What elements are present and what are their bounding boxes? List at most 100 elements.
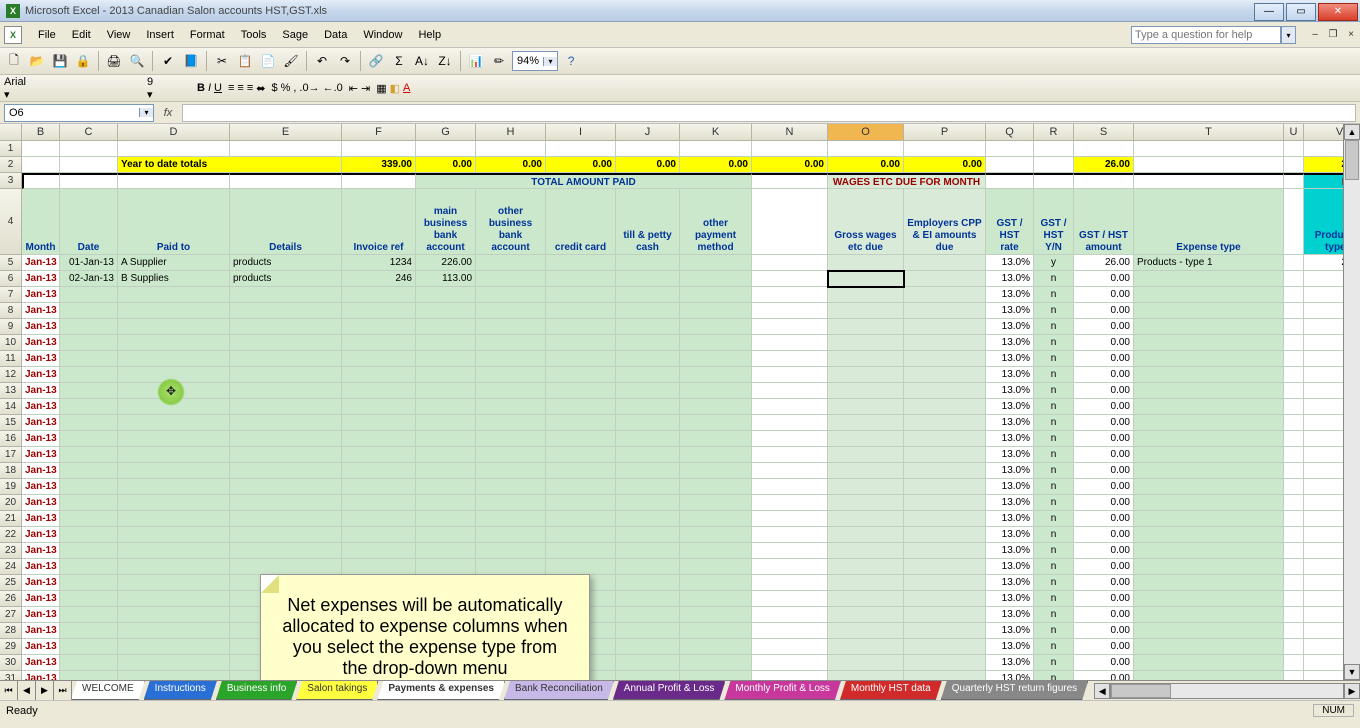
cell-cpp-ei[interactable] bbox=[904, 591, 986, 607]
cell[interactable] bbox=[230, 173, 342, 189]
cell-gst-amount[interactable]: 0.00 bbox=[1074, 319, 1134, 335]
cell-gst-rate[interactable]: 13.0% bbox=[986, 559, 1034, 575]
cell[interactable] bbox=[1034, 173, 1074, 189]
cell-expense-type[interactable] bbox=[1134, 463, 1284, 479]
font-name-combo[interactable]: Arial ▾ bbox=[4, 76, 144, 101]
cell-paidto[interactable]: A Supplier bbox=[118, 255, 230, 271]
cell-spacer2[interactable] bbox=[1284, 559, 1304, 575]
sheet-tab[interactable]: Instructions bbox=[144, 681, 217, 700]
ytd-U[interactable] bbox=[1284, 157, 1304, 173]
sheet-tab[interactable]: Salon takings bbox=[296, 681, 378, 700]
hyperlink-icon[interactable]: 🔗 bbox=[366, 51, 386, 71]
cell-cpp-ei[interactable] bbox=[904, 479, 986, 495]
cell-details[interactable]: products bbox=[230, 271, 342, 287]
row-header-18[interactable]: 18 bbox=[0, 463, 22, 479]
cell-invoice[interactable] bbox=[342, 527, 416, 543]
cell-month[interactable]: Jan-13 bbox=[22, 287, 60, 303]
cell-expense-type[interactable] bbox=[1134, 623, 1284, 639]
cell-date[interactable] bbox=[60, 623, 118, 639]
cell-month[interactable]: Jan-13 bbox=[22, 543, 60, 559]
align-right-icon[interactable]: ≡ bbox=[247, 82, 253, 94]
cell-gst-rate[interactable]: 13.0% bbox=[986, 335, 1034, 351]
cell-credit[interactable] bbox=[546, 271, 616, 287]
decrease-indent-icon[interactable]: ⇤ bbox=[349, 82, 358, 95]
cell-credit[interactable] bbox=[546, 287, 616, 303]
cell-month[interactable]: Jan-13 bbox=[22, 367, 60, 383]
cell-gst-amount[interactable]: 0.00 bbox=[1074, 367, 1134, 383]
row-header-11[interactable]: 11 bbox=[0, 351, 22, 367]
cell-other-pay[interactable] bbox=[680, 543, 752, 559]
cell-gst-yn[interactable]: n bbox=[1034, 287, 1074, 303]
app-logo-icon[interactable]: X bbox=[4, 26, 22, 44]
cell-other-pay[interactable] bbox=[680, 527, 752, 543]
cell-other-pay[interactable] bbox=[680, 383, 752, 399]
col-header-corner[interactable] bbox=[0, 124, 22, 141]
cell-other-pay[interactable] bbox=[680, 415, 752, 431]
cell[interactable] bbox=[22, 141, 60, 157]
cell-date[interactable] bbox=[60, 639, 118, 655]
print-preview-icon[interactable]: 🔍 bbox=[127, 51, 147, 71]
cell-expense-type[interactable] bbox=[1134, 335, 1284, 351]
cell[interactable] bbox=[60, 141, 118, 157]
cell-main-bank[interactable] bbox=[416, 383, 476, 399]
cell[interactable] bbox=[416, 141, 476, 157]
cell-spacer[interactable] bbox=[752, 511, 828, 527]
merge-center-icon[interactable]: ⬌ bbox=[256, 82, 265, 95]
ytd-H[interactable]: 0.00 bbox=[476, 157, 546, 173]
cell-date[interactable] bbox=[60, 415, 118, 431]
close-button[interactable]: ✕ bbox=[1318, 3, 1358, 21]
cell-paidto[interactable] bbox=[118, 351, 230, 367]
menu-view[interactable]: View bbox=[99, 26, 139, 44]
cell-date[interactable] bbox=[60, 463, 118, 479]
cell-spacer2[interactable] bbox=[1284, 575, 1304, 591]
cell-other-pay[interactable] bbox=[680, 399, 752, 415]
cell-spacer[interactable] bbox=[752, 575, 828, 591]
col-header-U[interactable]: U bbox=[1284, 124, 1304, 141]
cell-till[interactable] bbox=[616, 351, 680, 367]
cell-till[interactable] bbox=[616, 479, 680, 495]
cell[interactable] bbox=[904, 141, 986, 157]
cell-date[interactable] bbox=[60, 671, 118, 680]
col-header-N[interactable]: N bbox=[752, 124, 828, 141]
cell[interactable] bbox=[476, 141, 546, 157]
row-header-4[interactable]: 4 bbox=[0, 189, 22, 255]
cell-cpp-ei[interactable] bbox=[904, 415, 986, 431]
menu-tools[interactable]: Tools bbox=[233, 26, 275, 44]
cell-expense-type[interactable] bbox=[1134, 399, 1284, 415]
cell-gross-wages[interactable] bbox=[828, 383, 904, 399]
cell-gst-yn[interactable]: n bbox=[1034, 591, 1074, 607]
cell-month[interactable]: Jan-13 bbox=[22, 319, 60, 335]
cell[interactable] bbox=[1074, 173, 1134, 189]
col-header-J[interactable]: J bbox=[616, 124, 680, 141]
cell-gross-wages[interactable] bbox=[828, 559, 904, 575]
cell-cpp-ei[interactable] bbox=[904, 287, 986, 303]
cell-expense-type[interactable] bbox=[1134, 559, 1284, 575]
cell-gst-yn[interactable]: n bbox=[1034, 495, 1074, 511]
tab-prev-icon[interactable]: ◀ bbox=[18, 681, 36, 700]
horizontal-scrollbar[interactable]: ◀ ▶ bbox=[1094, 681, 1360, 700]
cell[interactable] bbox=[118, 173, 230, 189]
cell-details[interactable] bbox=[230, 511, 342, 527]
italic-icon[interactable]: I bbox=[208, 82, 211, 94]
cell-date[interactable] bbox=[60, 479, 118, 495]
cell-paidto[interactable] bbox=[118, 399, 230, 415]
cell-invoice[interactable] bbox=[342, 303, 416, 319]
row-header-23[interactable]: 23 bbox=[0, 543, 22, 559]
cell-date[interactable] bbox=[60, 431, 118, 447]
cell-spacer[interactable] bbox=[752, 351, 828, 367]
cell-main-bank[interactable] bbox=[416, 463, 476, 479]
cell-gst-rate[interactable]: 13.0% bbox=[986, 447, 1034, 463]
cell[interactable] bbox=[342, 173, 416, 189]
cell-till[interactable] bbox=[616, 607, 680, 623]
cell-gst-yn[interactable]: n bbox=[1034, 607, 1074, 623]
menu-format[interactable]: Format bbox=[182, 26, 233, 44]
cell-gst-yn[interactable]: n bbox=[1034, 431, 1074, 447]
cell-spacer2[interactable] bbox=[1284, 623, 1304, 639]
cell-date[interactable] bbox=[60, 383, 118, 399]
cell-gross-wages[interactable] bbox=[828, 447, 904, 463]
cell-gst-amount[interactable]: 26.00 bbox=[1074, 255, 1134, 271]
cell-month[interactable]: Jan-13 bbox=[22, 431, 60, 447]
cell-other-bank[interactable] bbox=[476, 335, 546, 351]
cell-main-bank[interactable] bbox=[416, 479, 476, 495]
cell-main-bank[interactable] bbox=[416, 447, 476, 463]
